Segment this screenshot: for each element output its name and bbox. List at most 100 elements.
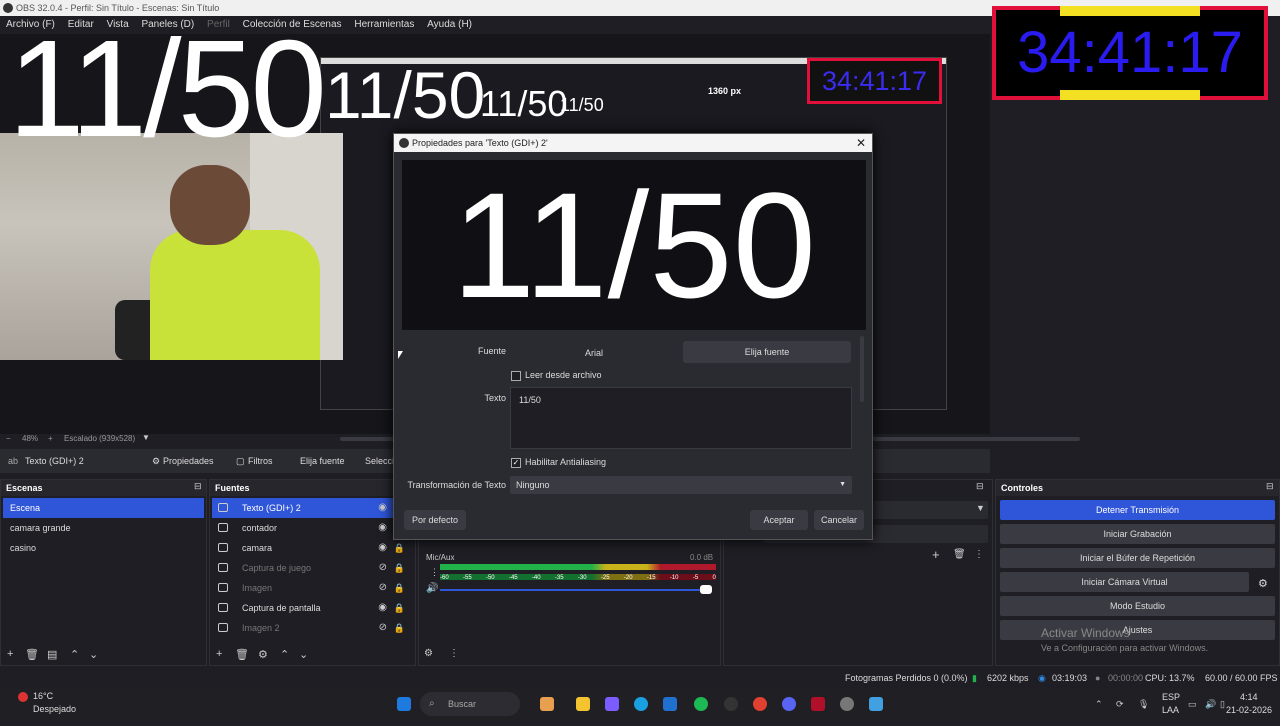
discord-icon[interactable] bbox=[782, 697, 796, 711]
transition-dropdown-icon[interactable]: ▼ bbox=[976, 503, 985, 513]
text-input[interactable]: 11/50 bbox=[510, 387, 852, 449]
source-item[interactable]: contador ◉🔒 bbox=[212, 518, 413, 538]
tray-app-icon[interactable]: ⟳ bbox=[1116, 688, 1124, 720]
audio-menu-icon[interactable]: ⋮ bbox=[430, 567, 439, 578]
dialog-title: Propiedades para 'Texto (GDI+) 2' bbox=[412, 138, 548, 148]
source-settings-icon[interactable]: ⚙ bbox=[258, 648, 268, 661]
menu-ayuda[interactable]: Ayuda (H) bbox=[427, 19, 472, 30]
read-from-file-row[interactable]: Leer desde archivo bbox=[511, 370, 602, 381]
scene-item[interactable]: casino bbox=[3, 538, 204, 558]
transitions-undock-icon[interactable]: ⊟ bbox=[976, 481, 984, 492]
battery-icon[interactable]: ▯ bbox=[1220, 688, 1225, 720]
transition-delete-icon[interactable]: 🗑 bbox=[953, 549, 966, 560]
stop-stream-button[interactable]: Detener Transmisión bbox=[1000, 500, 1275, 520]
source-item[interactable]: Captura de pantalla ◉ 🔒 bbox=[212, 598, 413, 618]
antialiasing-checkbox[interactable]: ✓ bbox=[511, 457, 521, 468]
scale-dropdown-icon[interactable]: ▼ bbox=[142, 433, 150, 442]
eye-hidden-icon[interactable]: ⊘ bbox=[379, 578, 387, 598]
timer-tab-top bbox=[1060, 6, 1200, 16]
zoom-plus-icon[interactable]: + bbox=[48, 434, 53, 443]
dialog-scrollbar[interactable] bbox=[860, 336, 864, 402]
replay-buffer-button[interactable]: Iniciar el Búfer de Repetición bbox=[1000, 548, 1275, 568]
tray-chevron-icon[interactable]: ⌃ bbox=[1095, 688, 1103, 720]
properties-button[interactable]: Propiedades bbox=[163, 449, 214, 473]
transition-add-icon[interactable]: + bbox=[932, 547, 940, 562]
eye-icon[interactable]: ◉ bbox=[378, 598, 387, 618]
clock-date[interactable]: 21-02-2026 bbox=[1226, 694, 1272, 726]
source-add-icon[interactable]: + bbox=[216, 648, 222, 660]
transition-menu-icon[interactable]: ⋮ bbox=[974, 549, 984, 560]
network-icon[interactable]: ▭ bbox=[1188, 688, 1197, 720]
choose-font-button[interactable]: Elija fuente bbox=[683, 341, 851, 363]
mic-icon[interactable]: 🎙 bbox=[1138, 688, 1149, 720]
eye-hidden-icon[interactable]: ⊘ bbox=[379, 558, 387, 578]
scene-down-icon[interactable]: ⌄ bbox=[89, 648, 98, 661]
mixer-settings-icon[interactable]: ⚙ bbox=[424, 648, 433, 659]
lock-icon[interactable]: 🔒 bbox=[394, 558, 405, 578]
cancel-button[interactable]: Cancelar bbox=[814, 510, 864, 530]
source-delete-icon[interactable]: 🗑 bbox=[235, 648, 249, 661]
source-up-icon[interactable]: ⌃ bbox=[280, 648, 289, 661]
source-down-icon[interactable]: ⌄ bbox=[299, 648, 308, 661]
virtual-camera-settings-icon[interactable]: ⚙ bbox=[1258, 577, 1268, 590]
eye-icon[interactable]: ◉ bbox=[378, 538, 387, 558]
source-item[interactable]: Captura de juego ⊘ 🔒 bbox=[212, 558, 413, 578]
settings-icon[interactable] bbox=[840, 697, 854, 711]
read-from-file-checkbox[interactable] bbox=[511, 370, 521, 381]
choose-font-button[interactable]: Elija fuente bbox=[300, 449, 345, 473]
volume-slider-knob[interactable] bbox=[700, 585, 712, 594]
store-icon[interactable] bbox=[663, 697, 677, 711]
transform-select[interactable]: Ninguno ▼ bbox=[510, 476, 852, 494]
source-item[interactable]: Imagen 2 ⊘ 🔒 bbox=[212, 618, 413, 638]
weather-icon[interactable] bbox=[18, 692, 28, 702]
select-button[interactable]: Selecci bbox=[365, 449, 394, 473]
mixer-menu-icon[interactable]: ⋮ bbox=[449, 648, 459, 659]
lock-icon[interactable]: 🔒 bbox=[394, 598, 405, 618]
start-recording-button[interactable]: Iniciar Grabación bbox=[1000, 524, 1275, 544]
scene-item[interactable]: camara grande bbox=[3, 518, 204, 538]
windows-start-icon[interactable] bbox=[397, 697, 411, 711]
volume-icon[interactable]: 🔊 bbox=[1205, 688, 1216, 720]
controls-undock-icon[interactable]: ⊟ bbox=[1266, 481, 1274, 492]
accept-button[interactable]: Aceptar bbox=[750, 510, 808, 530]
filters-button[interactable]: Filtros bbox=[248, 449, 273, 473]
scene-item[interactable]: Escena bbox=[3, 498, 204, 518]
lock-icon[interactable]: 🔒 bbox=[394, 578, 405, 598]
app-icon[interactable] bbox=[869, 697, 883, 711]
language-2[interactable]: LAA bbox=[1162, 694, 1179, 726]
widget-icon[interactable] bbox=[540, 697, 554, 711]
eye-icon[interactable]: ◉ bbox=[378, 498, 387, 518]
scene-delete-icon[interactable]: 🗑 bbox=[25, 648, 39, 661]
overlay-counter-echo-tiny: 11/50 bbox=[560, 95, 604, 115]
eye-icon[interactable]: ◉ bbox=[378, 518, 387, 538]
eye-hidden-icon[interactable]: ⊘ bbox=[379, 618, 387, 638]
scene-filter-icon[interactable]: ▤ bbox=[47, 648, 57, 661]
file-explorer-icon[interactable] bbox=[576, 697, 590, 711]
speaker-icon[interactable]: 🔊 bbox=[426, 583, 438, 594]
taskbar-search[interactable]: ⌕ Buscar bbox=[420, 692, 520, 716]
antialiasing-row[interactable]: ✓ Habilitar Antialiasing bbox=[511, 457, 606, 468]
defaults-button[interactable]: Por defecto bbox=[404, 510, 466, 530]
copilot-icon[interactable] bbox=[605, 697, 619, 711]
acrobat-icon[interactable] bbox=[811, 697, 825, 711]
edge-icon[interactable] bbox=[634, 697, 648, 711]
menu-herramientas[interactable]: Herramientas bbox=[354, 19, 414, 30]
spotify-icon[interactable] bbox=[694, 697, 708, 711]
virtual-camera-button[interactable]: Iniciar Cámara Virtual bbox=[1000, 572, 1249, 592]
source-item[interactable]: camara ◉ 🔒 bbox=[212, 538, 413, 558]
zoom-minus-icon[interactable]: − bbox=[6, 434, 11, 443]
volume-slider[interactable] bbox=[440, 589, 710, 591]
studio-mode-button[interactable]: Modo Estudio bbox=[1000, 596, 1275, 616]
source-item[interactable]: Texto (GDI+) 2 ◉ bbox=[212, 498, 413, 518]
scene-add-icon[interactable]: + bbox=[7, 648, 13, 660]
source-item[interactable]: Imagen ⊘ 🔒 bbox=[212, 578, 413, 598]
chrome-icon[interactable] bbox=[753, 697, 767, 711]
lock-icon[interactable]: 🔒 bbox=[394, 618, 405, 638]
obs-icon[interactable] bbox=[724, 697, 738, 711]
lock-icon[interactable]: 🔒 bbox=[394, 538, 405, 558]
scenes-undock-icon[interactable]: ⊟ bbox=[194, 481, 202, 492]
font-label: Fuente bbox=[477, 346, 506, 356]
scene-up-icon[interactable]: ⌃ bbox=[70, 648, 79, 661]
audio-db: 0.0 dB bbox=[690, 553, 714, 562]
close-icon[interactable]: ✕ bbox=[856, 134, 866, 152]
